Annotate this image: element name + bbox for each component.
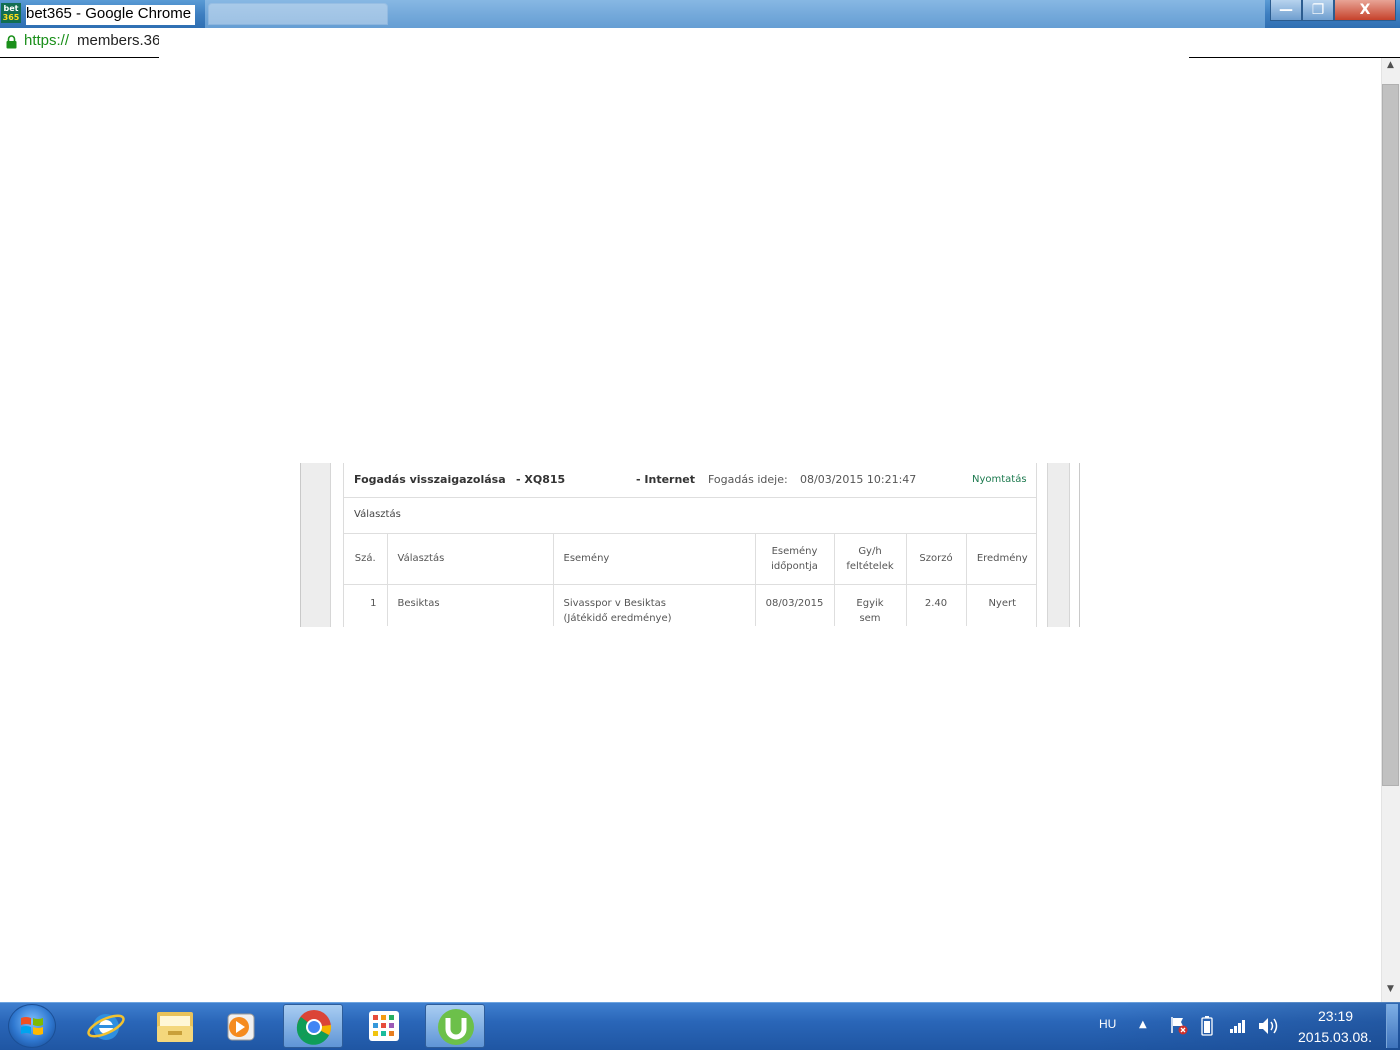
lock-icon	[6, 35, 17, 49]
taskbar-chrome[interactable]	[283, 1004, 343, 1048]
url-scheme[interactable]: https://	[24, 32, 69, 49]
confirmation-header: Fogadás visszaigazolása - XQ815 - Intern…	[344, 463, 1036, 498]
battery-icon[interactable]	[1201, 1016, 1213, 1036]
bet-reference: - XQ815	[516, 473, 566, 486]
row-odds: 2.40	[906, 584, 967, 626]
column-header-number: Szá.	[344, 534, 388, 585]
language-indicator[interactable]: HU	[1099, 1017, 1116, 1031]
apps-grid-icon	[369, 1011, 399, 1041]
file-explorer-icon	[157, 1012, 193, 1042]
table-row: 1 Besiktas Sivasspor v Besiktas (Játékid…	[344, 584, 1036, 626]
media-player-icon	[227, 1013, 255, 1041]
bet-time-label: Fogadás ideje:	[708, 473, 788, 486]
confirmation-title: Fogadás visszaigazolása	[354, 473, 506, 486]
windows-flag-icon	[21, 1017, 43, 1035]
bet-confirmation-panel: Fogadás visszaigazolása - XQ815 - Intern…	[343, 463, 1037, 627]
column-header-result: Eredmény	[966, 534, 1036, 585]
scrollbar-thumb[interactable]	[1382, 84, 1399, 786]
chrome-icon	[296, 1010, 332, 1045]
row-selection: Besiktas	[387, 584, 554, 626]
action-center-flag-icon[interactable]	[1169, 1015, 1189, 1035]
address-bar[interactable]	[0, 28, 1400, 58]
bets-table: Szá. Választás Esemény Esemény időpontja…	[344, 534, 1036, 626]
column-header-event-time-line2: időpontja	[771, 560, 818, 572]
column-header-conditions-line2: feltételek	[846, 560, 894, 572]
row-event-time: 08/03/2015	[755, 584, 835, 626]
bet365-logo-icon: bet 365	[1, 3, 21, 23]
volume-icon[interactable]	[1257, 1015, 1281, 1037]
minimize-button[interactable]: —	[1270, 0, 1302, 21]
url-host[interactable]: members.36	[77, 32, 159, 49]
row-number: 1	[344, 584, 388, 626]
window-title: bet365 - Google Chrome	[26, 5, 196, 25]
column-header-event: Esemény	[553, 534, 756, 585]
print-link[interactable]: Nyomtatás	[972, 474, 1027, 485]
scroll-down-arrow-icon[interactable]: ▼	[1381, 984, 1400, 1000]
column-header-event-time: Esemény időpontja	[755, 534, 835, 585]
background-tab[interactable]	[208, 3, 388, 25]
row-event-name: Sivasspor v Besiktas	[563, 597, 667, 609]
bet-channel: - Internet	[636, 473, 696, 486]
row-conditions-line1: Egyik	[856, 597, 884, 609]
taskbar-file-explorer[interactable]	[146, 1004, 206, 1048]
logo-text-bottom: 365	[2, 13, 20, 22]
address-bar-divider	[1189, 57, 1400, 58]
frame-side-left	[301, 463, 331, 627]
column-header-odds: Szorzó	[906, 534, 967, 585]
row-event: Sivasspor v Besiktas (Játékidő eredménye…	[553, 584, 756, 626]
show-desktop-button[interactable]	[1386, 1004, 1398, 1048]
taskbar-apps[interactable]	[355, 1004, 415, 1048]
taskbar-media-player[interactable]	[212, 1004, 272, 1048]
clock-time[interactable]: 23:19	[1318, 1008, 1353, 1024]
table-header-row: Szá. Választás Esemény Esemény időpontja…	[344, 534, 1036, 585]
scroll-up-arrow-icon[interactable]: ▲	[1381, 60, 1400, 76]
close-button[interactable]: X	[1334, 0, 1396, 21]
selection-section-header: Választás	[344, 498, 1036, 534]
internet-explorer-icon	[87, 1014, 125, 1040]
show-hidden-icons-arrow-icon[interactable]: ▲	[1139, 1019, 1147, 1030]
taskbar-internet-explorer[interactable]	[76, 1004, 136, 1048]
column-header-event-time-line1: Esemény	[771, 545, 818, 557]
selection-heading: Választás	[354, 509, 401, 520]
clock-date[interactable]: 2015.03.08.	[1298, 1029, 1372, 1045]
bet-time-value: 08/03/2015 10:21:47	[800, 473, 917, 486]
column-header-selection: Választás	[387, 534, 554, 585]
wifi-signal-icon[interactable]	[1229, 1016, 1249, 1034]
row-conditions-line2: sem	[859, 612, 881, 624]
utorrent-icon	[438, 1009, 474, 1045]
frame-side-right	[1047, 463, 1070, 627]
row-conditions: Egyik sem	[834, 584, 907, 626]
address-bar-divider	[0, 57, 159, 58]
row-result: Nyert	[988, 597, 1017, 609]
maximize-button[interactable]: ❐	[1302, 0, 1334, 21]
logo-text-top: bet	[3, 4, 19, 13]
column-header-conditions-line1: Gy/h	[858, 545, 882, 557]
column-header-conditions: Gy/h feltételek	[834, 534, 907, 585]
taskbar-utorrent[interactable]	[425, 1004, 485, 1048]
row-event-market: (Játékidő eredménye)	[563, 612, 672, 624]
